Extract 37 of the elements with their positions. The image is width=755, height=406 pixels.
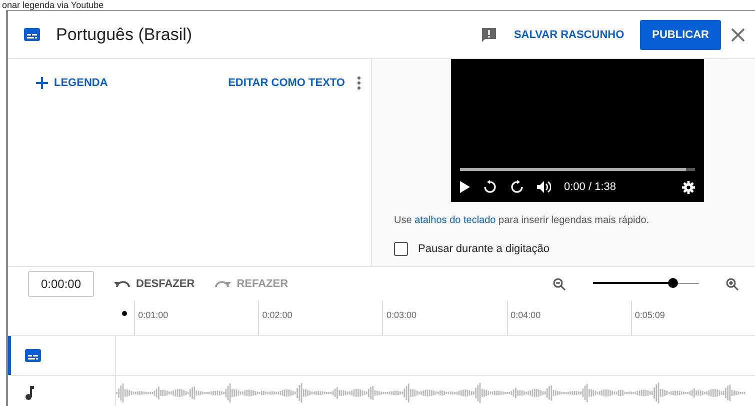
dialog-title: Português (Brasil): [56, 24, 194, 44]
shortcuts-link[interactable]: atalhos do teclado: [414, 215, 496, 226]
track-header[interactable]: [8, 336, 116, 375]
rewind-icon[interactable]: [483, 180, 497, 194]
settings-icon[interactable]: [682, 180, 695, 194]
time-tick-label: 0:02:00: [258, 301, 382, 335]
time-tick-label: 0:05:09: [630, 301, 755, 335]
close-icon[interactable]: [731, 28, 745, 42]
shortcut-hint: Use atalhos do teclado para inserir legendas mais rápido.: [394, 215, 650, 226]
volume-icon[interactable]: [537, 181, 551, 193]
time-display: 0:00 / 1:38: [564, 181, 617, 193]
time-tick-label: 0:03:00: [382, 301, 507, 335]
add-caption-button[interactable]: LEGENDA: [30, 73, 114, 93]
pause-label: Pausar durante a digitação: [418, 243, 550, 255]
play-icon[interactable]: [460, 181, 470, 193]
feedback-icon[interactable]: [480, 26, 498, 44]
time-tick-label: 0:01:00: [134, 301, 258, 335]
captions-icon: [25, 349, 41, 362]
undo-button[interactable]: DESFAZER: [108, 274, 201, 294]
undo-icon: [114, 279, 130, 289]
forward-icon[interactable]: [510, 180, 524, 194]
zoom-in-icon[interactable]: [726, 278, 739, 290]
zoom-out-icon[interactable]: [553, 278, 566, 290]
progress-bar[interactable]: [460, 168, 695, 171]
plus-icon: [36, 77, 48, 89]
music-note-icon: [25, 386, 34, 400]
pause-checkbox[interactable]: [394, 242, 408, 256]
subtitles-icon: [24, 28, 40, 41]
save-draft-button[interactable]: SALVAR RASCUNHO: [508, 24, 630, 44]
caption-text: onar legenda via Youtube: [1, 0, 105, 10]
redo-icon: [214, 279, 231, 289]
more-icon[interactable]: [357, 76, 361, 90]
time-field[interactable]: 0:00:00: [28, 271, 94, 297]
time-tick-label: 0:04:00: [506, 301, 631, 335]
publish-button[interactable]: PUBLICAR: [640, 20, 721, 50]
edit-as-text-button[interactable]: EDITAR COMO TEXTO: [222, 73, 351, 93]
playhead-marker[interactable]: [122, 311, 127, 316]
